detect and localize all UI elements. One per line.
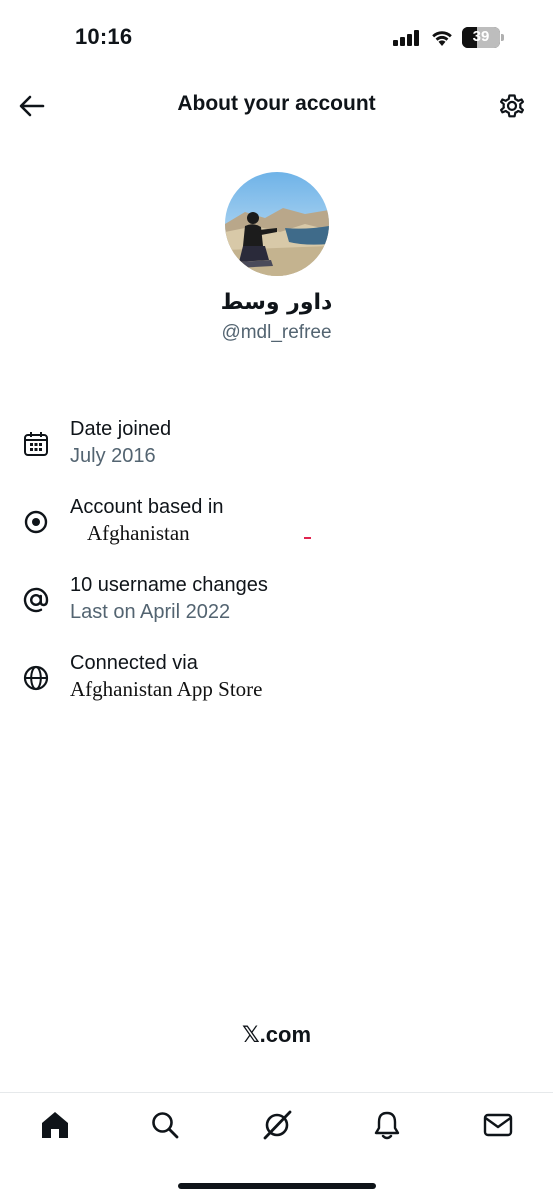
info-subtitle: Afghanistan App Store xyxy=(70,677,263,701)
info-subtitle: July 2016 xyxy=(70,445,156,467)
battery-level: 39 xyxy=(472,28,490,45)
info-title: Date joined xyxy=(70,418,172,440)
messages-envelope-icon[interactable] xyxy=(482,1109,514,1141)
status-bar: 10:16 39 xyxy=(0,0,553,70)
status-time: 10:16 xyxy=(75,24,133,49)
bottom-tab-bar xyxy=(0,1093,553,1163)
red-mark xyxy=(304,537,311,539)
info-row-date-joined: Date joined July 2016 xyxy=(0,418,553,482)
info-subtitle: Last on April 2022 xyxy=(70,601,231,623)
wifi-icon xyxy=(432,31,452,46)
page-title: About your account xyxy=(177,92,376,115)
at-sign-icon xyxy=(23,587,49,613)
cellular-signal-icon xyxy=(393,30,419,46)
gear-icon[interactable] xyxy=(497,91,527,121)
info-title: 10 username changes xyxy=(70,574,268,596)
info-row-account-location: Account based in Afghanistan xyxy=(0,496,553,560)
x-com-logo: 𝕏.com xyxy=(241,1022,312,1047)
info-row-connected-via: Connected via Afghanistan App Store xyxy=(0,652,553,716)
battery-indicator: 39 xyxy=(462,27,506,48)
info-subtitle: Afghanistan xyxy=(87,521,190,545)
globe-icon xyxy=(23,665,49,691)
home-indicator xyxy=(178,1183,376,1189)
search-icon[interactable] xyxy=(149,1109,181,1141)
notifications-bell-icon[interactable] xyxy=(371,1109,403,1141)
location-pin-icon xyxy=(24,510,48,534)
grok-icon[interactable] xyxy=(261,1109,293,1141)
info-title: Connected via xyxy=(70,652,198,674)
home-icon[interactable] xyxy=(39,1109,71,1141)
info-row-username-changes: 10 username changes Last on April 2022 xyxy=(0,574,553,638)
avatar[interactable] xyxy=(225,172,329,276)
calendar-icon xyxy=(24,432,48,456)
username-handle: @mdl_refree xyxy=(221,322,332,343)
top-app-bar: About your account xyxy=(0,78,553,134)
display-name: داور وسط xyxy=(220,290,333,315)
info-title: Account based in xyxy=(70,496,224,518)
